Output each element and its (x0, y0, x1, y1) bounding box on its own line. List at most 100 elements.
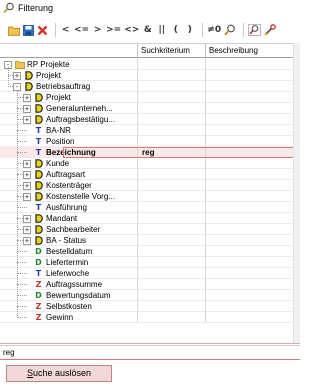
tree-row[interactable]: Z Gewinn (0, 312, 300, 323)
suchkriterium-cell[interactable] (138, 257, 206, 268)
suchkriterium-cell[interactable] (138, 301, 206, 312)
beschreibung-cell[interactable] (206, 312, 294, 323)
suchkriterium-cell[interactable] (138, 114, 206, 125)
beschreibung-cell[interactable] (206, 290, 294, 301)
expand-icon[interactable]: + (23, 104, 31, 113)
filter-expression-input[interactable] (0, 345, 300, 360)
beschreibung-cell[interactable] (206, 81, 294, 92)
beschreibung-cell[interactable] (206, 169, 294, 180)
vertical-scrollbar[interactable] (293, 43, 300, 343)
less-equal-button[interactable]: <= (74, 22, 89, 38)
open-paren-button[interactable]: ( (170, 22, 181, 38)
greater-than-button[interactable]: > (92, 22, 103, 38)
tree-row[interactable]: T Lieferwoche (0, 268, 300, 279)
beschreibung-cell[interactable] (206, 301, 294, 312)
suchkriterium-cell[interactable] (138, 158, 206, 169)
save-icon[interactable] (23, 22, 34, 38)
beschreibung-cell[interactable] (206, 246, 294, 257)
expand-icon[interactable]: + (13, 71, 21, 80)
expand-icon[interactable]: + (23, 93, 31, 102)
suchkriterium-cell[interactable] (138, 279, 206, 290)
tree-row[interactable]: + Kostenträger (0, 180, 300, 191)
find-icon[interactable] (224, 22, 236, 38)
suchkriterium-cell[interactable] (138, 169, 206, 180)
tree-row[interactable]: + BA - Status (0, 235, 300, 246)
tree-row[interactable]: + Projekt (0, 92, 300, 103)
tree-row[interactable]: D Bestelldatum (0, 246, 300, 257)
beschreibung-cell[interactable] (206, 213, 294, 224)
tree-row[interactable]: + Auftragsart (0, 169, 300, 180)
expand-icon[interactable]: + (23, 159, 31, 168)
suchkriterium-cell[interactable] (138, 235, 206, 246)
tree-row[interactable]: - Betriebsauftrag (0, 81, 300, 92)
beschreibung-cell[interactable] (206, 235, 294, 246)
beschreibung-cell[interactable] (206, 114, 294, 125)
tree-row[interactable]: T Ausführung (0, 202, 300, 213)
beschreibung-cell[interactable] (206, 136, 294, 147)
beschreibung-cell[interactable] (206, 257, 294, 268)
close-paren-button[interactable]: ) (184, 22, 195, 38)
suchkriterium-cell[interactable] (138, 290, 206, 301)
column-header-suchkriterium[interactable]: Suchkriterium (138, 44, 206, 57)
beschreibung-cell[interactable] (206, 125, 294, 136)
tree-row[interactable]: + Kostenstelle Vorg... (0, 191, 300, 202)
find-replace-icon[interactable] (248, 22, 261, 38)
suchkriterium-cell[interactable] (138, 202, 206, 213)
suchkriterium-cell[interactable] (138, 180, 206, 191)
suchkriterium-cell[interactable] (138, 312, 206, 323)
beschreibung-cell[interactable] (206, 224, 294, 235)
suchkriterium-cell[interactable] (138, 246, 206, 257)
tree-row[interactable]: - RP Projekte (0, 59, 300, 70)
open-folder-icon[interactable] (8, 22, 20, 38)
beschreibung-cell[interactable] (206, 158, 294, 169)
tree-row[interactable]: T Position (0, 136, 300, 147)
beschreibung-cell[interactable] (206, 279, 294, 290)
tools-icon[interactable] (264, 22, 276, 38)
tree-row[interactable]: Z Selbstkosten (0, 301, 300, 312)
expand-icon[interactable]: + (23, 115, 31, 124)
beschreibung-cell[interactable] (206, 191, 294, 202)
beschreibung-cell[interactable] (206, 92, 294, 103)
or-button[interactable]: || (156, 22, 167, 38)
suchkriterium-cell[interactable] (138, 136, 206, 147)
search-trigger-button[interactable]: Suche auslösen (6, 365, 112, 382)
expand-icon[interactable]: + (23, 214, 31, 223)
tree-row[interactable]: + Mandant (0, 213, 300, 224)
expand-icon[interactable]: + (23, 181, 31, 190)
beschreibung-cell[interactable] (206, 268, 294, 279)
tree-row[interactable]: Z Auftragssumme (0, 279, 300, 290)
beschreibung-cell[interactable] (206, 59, 294, 70)
beschreibung-cell[interactable] (206, 70, 294, 81)
tree-row[interactable]: T BA-NR (0, 125, 300, 136)
suchkriterium-cell[interactable] (138, 268, 206, 279)
suchkriterium-cell[interactable] (138, 70, 206, 81)
not-equal-button[interactable]: <> (124, 22, 139, 38)
suchkriterium-cell[interactable] (138, 103, 206, 114)
tree-row[interactable]: D Liefertermin (0, 257, 300, 268)
tree-row[interactable]: + Sachbearbeiter (0, 224, 300, 235)
suchkriterium-cell[interactable] (138, 81, 206, 92)
tree-row[interactable]: T Bezeichnung reg (0, 147, 300, 158)
tree-row[interactable]: + Generalunterneh... (0, 103, 300, 114)
less-than-button[interactable]: < (60, 22, 71, 38)
tree-row[interactable]: + Kunde (0, 158, 300, 169)
tree-row[interactable]: D Bewertungsdatum (0, 290, 300, 301)
suchkriterium-cell[interactable] (138, 213, 206, 224)
not-equal-strike-button[interactable]: ≠0 (207, 22, 221, 38)
tree-row[interactable]: + Projekt (0, 70, 300, 81)
suchkriterium-cell[interactable] (138, 92, 206, 103)
expand-icon[interactable]: + (23, 236, 31, 245)
suchkriterium-cell[interactable] (138, 224, 206, 235)
expand-icon[interactable]: + (23, 170, 31, 179)
greater-equal-button[interactable]: >= (106, 22, 121, 38)
beschreibung-cell[interactable] (206, 180, 294, 191)
suchkriterium-value[interactable]: reg (140, 147, 154, 158)
beschreibung-cell[interactable] (206, 202, 294, 213)
beschreibung-cell[interactable] (206, 103, 294, 114)
beschreibung-cell[interactable] (206, 147, 294, 158)
delete-icon[interactable] (37, 22, 48, 38)
expand-icon[interactable]: + (23, 225, 31, 234)
column-header-beschreibung[interactable]: Beschreibung (206, 44, 294, 57)
and-button[interactable]: & (142, 22, 153, 38)
tree-row[interactable]: + Auftragsbestätigu... (0, 114, 300, 125)
